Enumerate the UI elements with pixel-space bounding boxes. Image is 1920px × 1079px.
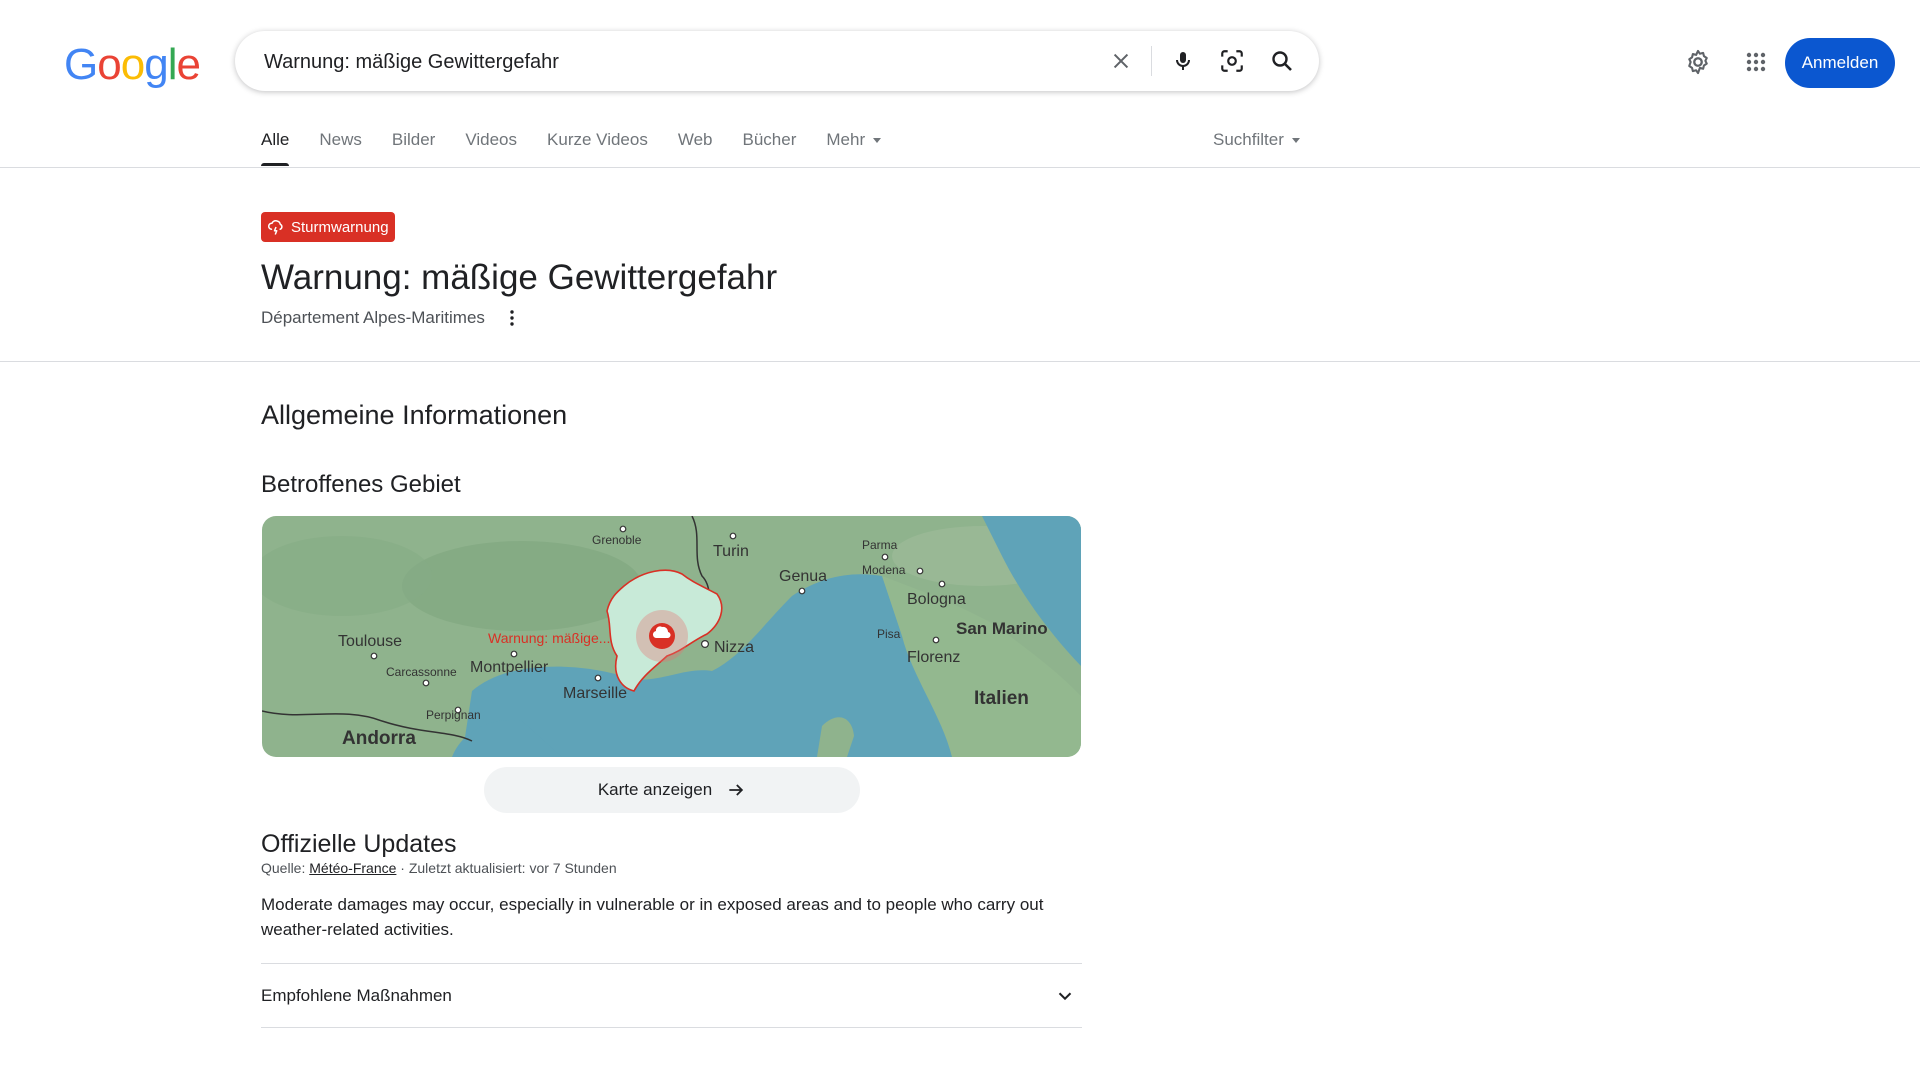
tab-web[interactable]: Web: [678, 128, 713, 166]
map-label-italien: Italien: [974, 688, 1029, 709]
update-description: Moderate damages may occur, especially i…: [261, 895, 1044, 939]
voice-search-button[interactable]: [1167, 45, 1199, 77]
tab-images[interactable]: Bilder: [392, 128, 435, 166]
more-vertical-icon: [510, 310, 514, 326]
search-box: [235, 31, 1319, 93]
map-label-florenz: Florenz: [907, 649, 960, 666]
accordion-divider-bottom: [261, 1027, 1082, 1028]
search-tabs: Alle News Bilder Videos Kurze Videos Web…: [261, 128, 911, 166]
tab-short-videos[interactable]: Kurze Videos: [547, 128, 648, 166]
map-label-perpignan: Perpignan: [426, 708, 481, 722]
show-map-button[interactable]: Karte anzeigen: [484, 767, 860, 813]
microphone-icon: [1176, 52, 1190, 70]
header-divider: [0, 167, 1920, 168]
map-label-andorra: Andorra: [342, 728, 416, 749]
map-label-grenoble: Grenoble: [592, 533, 642, 547]
accordion-divider-top: [261, 963, 1082, 964]
source-line: Quelle: Météo-France · Zuletzt aktualisi…: [261, 860, 617, 876]
lens-search-button[interactable]: [1216, 45, 1248, 77]
google-apps-button[interactable]: [1738, 44, 1774, 80]
search-icon: [1272, 51, 1292, 71]
tab-news[interactable]: News: [319, 128, 362, 166]
affected-area-heading: Betroffenes Gebiet: [261, 471, 461, 498]
section-divider: [0, 361, 1920, 362]
apps-grid-icon: [1746, 52, 1766, 72]
map-label-marseille: Marseille: [563, 685, 627, 702]
sign-in-button[interactable]: Anmelden: [1785, 38, 1895, 88]
tab-all[interactable]: Alle: [261, 128, 290, 166]
general-info-heading: Allgemeine Informationen: [261, 400, 568, 430]
search-button[interactable]: [1266, 45, 1298, 77]
storm-warning-badge: Sturmwarnung: [261, 212, 395, 242]
search-tools-button[interactable]: Suchfilter: [1213, 128, 1300, 152]
map-label-genua: Genua: [779, 568, 827, 585]
official-updates-heading: Offizielle Updates: [261, 830, 457, 858]
map-label-san-marino: San Marino: [956, 619, 1048, 638]
more-options-button[interactable]: [503, 307, 521, 329]
map-label-montpellier: Montpellier: [470, 659, 549, 676]
map-canvas: Grenoble Turin Parma Modena Genua Bologn…: [262, 516, 1081, 757]
search-divider: [1151, 46, 1152, 76]
recommended-measures-accordion[interactable]: Empfohlene Maßnahmen: [261, 965, 1082, 1027]
source-link[interactable]: Météo-France: [309, 860, 396, 876]
map-label-warning: Warnung: mäßige...: [488, 630, 610, 646]
map-label-bologna: Bologna: [907, 591, 966, 608]
settings-button[interactable]: [1680, 44, 1716, 80]
alert-title: Warnung: mäßige Gewittergefahr: [261, 258, 778, 297]
tab-more[interactable]: Mehr: [826, 128, 882, 166]
storm-cloud-icon: [268, 220, 283, 235]
chevron-down-icon: [873, 138, 882, 144]
search-input[interactable]: [262, 31, 1086, 93]
map-label-parma: Parma: [862, 538, 898, 552]
alert-region: Département Alpes-Maritimes: [261, 307, 521, 329]
chevron-down-icon: [1058, 992, 1072, 1001]
map-label-nizza: Nizza: [714, 639, 754, 656]
close-icon: [1113, 53, 1129, 69]
tab-books[interactable]: Bücher: [743, 128, 797, 166]
gear-icon: [1688, 49, 1708, 75]
arrow-right-icon: [729, 784, 744, 796]
lens-icon: [1221, 50, 1243, 72]
chevron-down-icon: [1291, 138, 1300, 144]
map-label-modena: Modena: [862, 563, 906, 577]
map-label-toulouse: Toulouse: [338, 633, 402, 650]
tab-videos[interactable]: Videos: [465, 128, 517, 166]
map-label-carcassonne: Carcassonne: [386, 665, 457, 679]
clear-search-button[interactable]: [1105, 45, 1137, 77]
map-label-turin: Turin: [713, 543, 749, 560]
affected-area-map[interactable]: Grenoble Turin Parma Modena Genua Bologn…: [262, 516, 1081, 757]
google-logo[interactable]: Google: [64, 40, 201, 90]
map-label-pisa: Pisa: [877, 627, 901, 641]
